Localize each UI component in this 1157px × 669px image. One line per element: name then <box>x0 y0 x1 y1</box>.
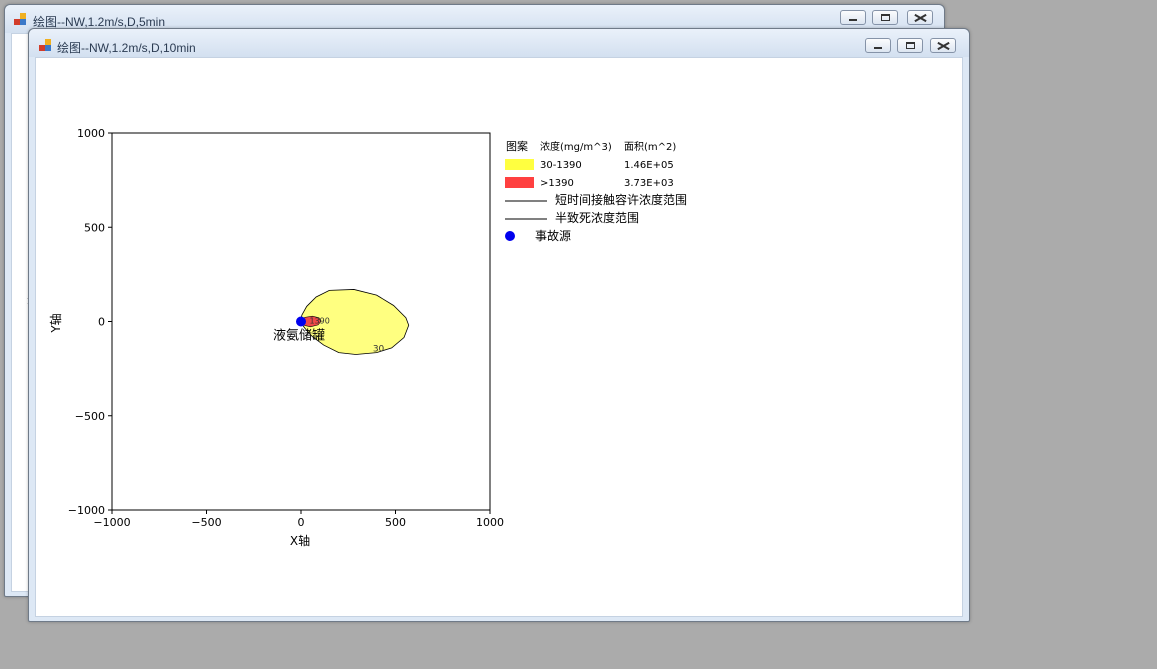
legend-range-1: >1390 <box>540 178 574 189</box>
x-tick-label: 1000 <box>476 516 504 529</box>
maximize-button[interactable] <box>897 38 923 53</box>
front-window[interactable]: 绘图--NW,1.2m/s,D,10min −1000 −500 0 500 1000 … <box>28 28 970 622</box>
front-window-titlebar[interactable]: 绘图--NW,1.2m/s,D,10min <box>29 29 969 57</box>
x-axis: −1000 −500 0 500 1000 <box>93 510 504 529</box>
legend-swatch-yellow <box>505 159 534 170</box>
plot-client-area: −1000 −500 0 500 1000 −1000 −500 0 500 1000 30 1… <box>35 57 963 617</box>
app-icon <box>14 13 28 27</box>
front-window-title: 绘图--NW,1.2m/s,D,10min <box>57 41 196 55</box>
close-button[interactable] <box>930 38 956 53</box>
y-tick-label: 500 <box>84 221 105 234</box>
legend-short-term-label: 短时间接触容许浓度范围 <box>555 192 687 207</box>
legend: 图案 浓度(mg/m^3) 面积(m^2) 30-1390 1.46E+05 >… <box>505 139 687 243</box>
y-tick-label: 0 <box>98 316 105 329</box>
legend-header-pattern: 图案 <box>506 139 528 153</box>
y-tick-label: 1000 <box>77 127 105 140</box>
y-tick-label: −500 <box>75 410 105 423</box>
contour-label-1390: 1390 <box>310 316 330 325</box>
source-label: 液氨储罐 <box>273 329 325 344</box>
contour-label-30: 30 <box>373 345 385 355</box>
x-tick-label: −1000 <box>93 516 130 529</box>
legend-area-1: 3.73E+03 <box>624 178 674 189</box>
x-axis-label: X轴 <box>290 533 310 548</box>
x-tick-label: 0 <box>298 516 305 529</box>
close-button[interactable] <box>907 10 933 25</box>
accident-source-marker <box>296 316 306 327</box>
legend-header-concentration: 浓度(mg/m^3) <box>540 140 612 153</box>
y-axis: −1000 −500 0 500 1000 <box>68 127 112 517</box>
legend-source-label: 事故源 <box>535 228 571 243</box>
contour-plot: −1000 −500 0 500 1000 −1000 −500 0 500 1000 30 1… <box>48 127 687 548</box>
legend-source-marker <box>505 231 515 241</box>
legend-header-area: 面积(m^2) <box>624 141 676 153</box>
legend-range-0: 30-1390 <box>540 160 582 171</box>
y-tick-label: −1000 <box>68 504 105 517</box>
x-tick-label: 500 <box>385 516 406 529</box>
minimize-button[interactable] <box>840 10 866 25</box>
legend-swatch-red <box>505 177 534 188</box>
app-icon <box>39 39 53 53</box>
minimize-button[interactable] <box>865 38 891 53</box>
legend-lethal-label: 半致死浓度范围 <box>555 210 639 225</box>
maximize-button[interactable] <box>872 10 898 25</box>
legend-area-0: 1.46E+05 <box>624 160 674 171</box>
y-axis-label: Y轴 <box>48 313 63 333</box>
x-tick-label: −500 <box>191 516 221 529</box>
